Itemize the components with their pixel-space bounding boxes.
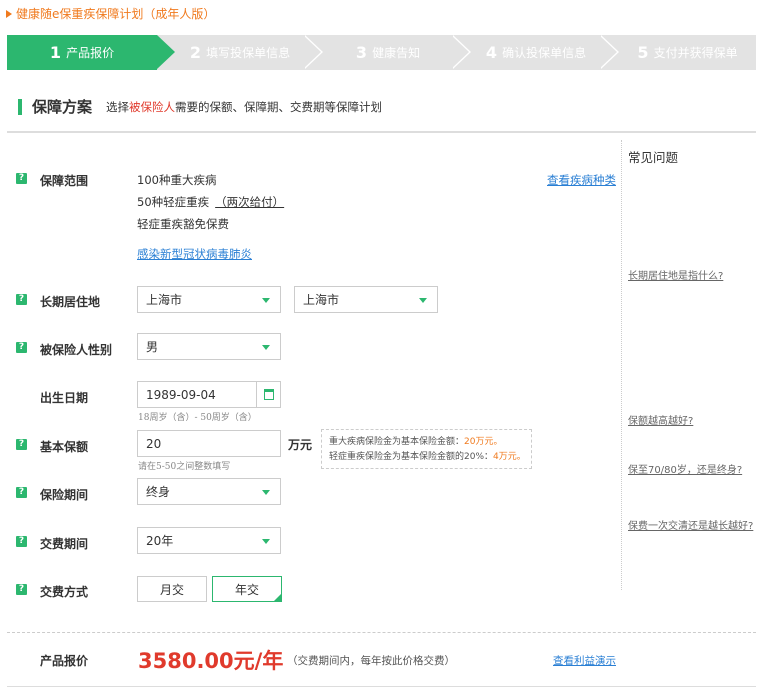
- step-2: 2 填写投保单信息: [189, 43, 291, 62]
- pay-period-select[interactable]: 20年: [137, 527, 281, 554]
- divider: [7, 686, 756, 687]
- help-icon[interactable]: ?: [16, 173, 27, 184]
- period-label: 保险期间: [40, 488, 89, 502]
- step-divider-inner: [451, 35, 469, 69]
- step-4: 4 确认投保单信息: [485, 43, 587, 62]
- covid-link[interactable]: 感染新型冠状病毒肺炎: [137, 246, 252, 262]
- province-select[interactable]: 上海市: [137, 286, 281, 313]
- chevron-down-icon: [262, 298, 270, 303]
- coverage-item: 50种轻症重疾 （两次给付）: [137, 195, 285, 209]
- amount-unit: 万元: [288, 438, 313, 452]
- selected-corner-icon: [274, 594, 281, 601]
- disease-list-link[interactable]: 查看疾病种类: [547, 172, 616, 188]
- amount-hint: 请在5-50之间整数填写: [138, 462, 231, 472]
- amount-label: 基本保额: [40, 440, 89, 454]
- help-icon[interactable]: ?: [16, 536, 27, 547]
- coverage-item: 100种重大疾病: [137, 173, 217, 187]
- amount-note: 重大疾病保险金为基本保险金额：20万元。 轻症重疾保险金为基本保险金额的20%：…: [321, 429, 532, 469]
- help-icon[interactable]: ?: [16, 584, 27, 595]
- divider: [7, 632, 756, 633]
- triangle-icon: [6, 9, 12, 18]
- chevron-down-icon: [419, 298, 427, 303]
- birth-date-input[interactable]: 1989-09-04: [137, 381, 281, 408]
- faq-title: 常见问题: [628, 150, 679, 165]
- birth-label: 出生日期: [40, 391, 89, 405]
- help-icon[interactable]: ?: [16, 487, 27, 498]
- faq-panel: 常见问题 长期居住地是指什么? 保额越高越好? 保至70/80岁，还是终身? 保…: [621, 140, 756, 590]
- coverage-label: 保障范围: [40, 174, 89, 188]
- city-select[interactable]: 上海市: [294, 286, 438, 313]
- section-desc: 选择被保险人需要的保额、保障期、交费期等保障计划: [106, 99, 383, 114]
- help-icon[interactable]: ?: [16, 294, 27, 305]
- section-title: 保障方案: [32, 98, 93, 116]
- help-icon[interactable]: ?: [16, 342, 27, 353]
- gender-label: 被保险人性别: [40, 343, 113, 357]
- faq-link-amount[interactable]: 保额越高越好?: [628, 412, 693, 427]
- amount-input[interactable]: 20: [137, 430, 281, 457]
- coverage-item: 轻症重疾豁免保费: [137, 217, 229, 231]
- quote-label: 产品报价: [40, 654, 89, 668]
- benefit-demo-link[interactable]: 查看利益演示: [553, 653, 616, 668]
- step-divider-inner: [303, 35, 321, 69]
- step-progress: 1 产品报价 2 填写投保单信息 3 健康告知 4 确认投保单信息 5 支付并获…: [7, 35, 756, 70]
- quote-note: （交费期间内，每年按此价格交费）: [287, 655, 455, 667]
- chevron-down-icon: [262, 539, 270, 544]
- step-3: 3 健康告知: [355, 43, 421, 62]
- step-divider-inner: [599, 35, 617, 69]
- faq-link-residence[interactable]: 长期居住地是指什么?: [628, 267, 723, 282]
- faq-link-period[interactable]: 保至70/80岁，还是终身?: [628, 461, 742, 476]
- chevron-down-icon: [262, 345, 270, 350]
- accent-bar: [18, 98, 22, 115]
- step-1: 1 产品报价: [7, 35, 175, 70]
- pay-method-label: 交费方式: [40, 585, 89, 599]
- faq-link-payment[interactable]: 保费一次交清还是越长越好?: [628, 517, 753, 532]
- yearly-button[interactable]: 年交: [212, 576, 282, 602]
- section-header: 保障方案 选择被保险人需要的保额、保障期、交费期等保障计划: [18, 96, 382, 117]
- chevron-down-icon: [262, 490, 270, 495]
- residence-label: 长期居住地: [40, 295, 101, 309]
- birth-hint: 18周岁（含）- 50周岁（含）: [138, 413, 257, 423]
- page-title: 健康随e保重疾保障计划（成年人版）: [6, 5, 215, 22]
- period-select[interactable]: 终身: [137, 478, 281, 505]
- pay-period-label: 交费期间: [40, 537, 89, 551]
- quote-price: 3580.00元/年: [138, 649, 284, 673]
- gender-select[interactable]: 男: [137, 333, 281, 360]
- calendar-icon[interactable]: [256, 382, 280, 407]
- divider: [7, 131, 756, 133]
- step-5: 5 支付并获得保单: [637, 43, 738, 62]
- monthly-button[interactable]: 月交: [137, 576, 207, 602]
- help-icon[interactable]: ?: [16, 439, 27, 450]
